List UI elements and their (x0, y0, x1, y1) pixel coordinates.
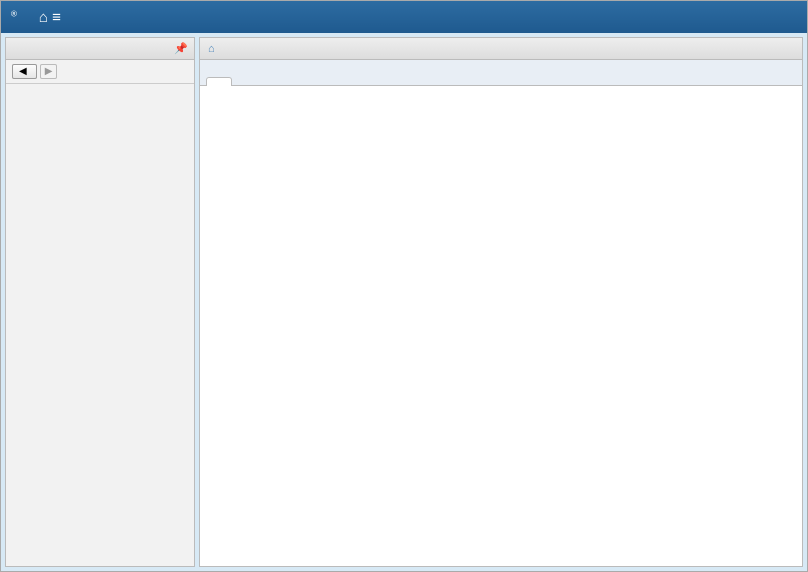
navigator-list (6, 84, 194, 566)
main-content (200, 86, 802, 566)
home-icon: ⌂ (208, 43, 215, 55)
pin-icon[interactable]: 📌 (174, 42, 188, 55)
tab-home[interactable] (206, 77, 232, 86)
tab-bar (200, 60, 802, 86)
top-bar: ® ⌂ ≡ (1, 1, 807, 33)
breadcrumb: ⌂ (200, 38, 802, 60)
forward-button[interactable]: ▶ (40, 64, 58, 79)
home-top-icon[interactable]: ⌂ ≡ (39, 9, 61, 26)
nav-back-row: ◀ ▶ (6, 60, 194, 84)
main-panel: ⌂ (199, 37, 803, 567)
navigator-header: 📌 (6, 38, 194, 60)
navigator-panel: 📌 ◀ ▶ (5, 37, 195, 567)
brand-logo: ® (11, 9, 17, 25)
back-button[interactable]: ◀ (12, 64, 37, 79)
